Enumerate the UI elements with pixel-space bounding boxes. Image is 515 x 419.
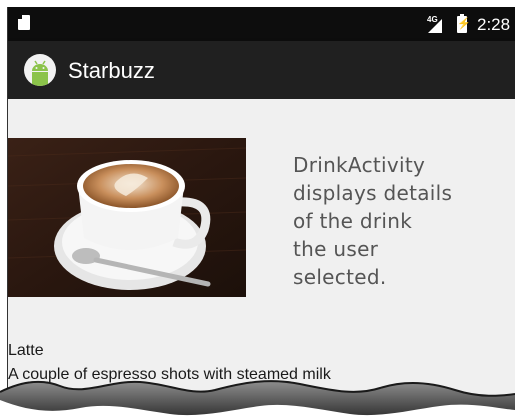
android-icon <box>24 54 56 86</box>
torn-page-edge <box>0 380 515 419</box>
drink-name: Latte <box>8 342 44 359</box>
sd-card-icon <box>18 15 30 30</box>
app-title: Starbuzz <box>68 58 155 83</box>
battery-charging-icon <box>457 14 467 33</box>
signal-icon <box>428 19 442 33</box>
latte-image <box>8 138 246 297</box>
phone-screen: 4G 2:28 Starbuzz <box>7 7 515 419</box>
status-bar: 4G 2:28 <box>8 7 515 41</box>
annotation-note: DrinkActivity displays details of the dr… <box>293 153 453 289</box>
status-clock: 2:28 <box>477 15 511 34</box>
app-bar: Starbuzz <box>8 41 515 99</box>
